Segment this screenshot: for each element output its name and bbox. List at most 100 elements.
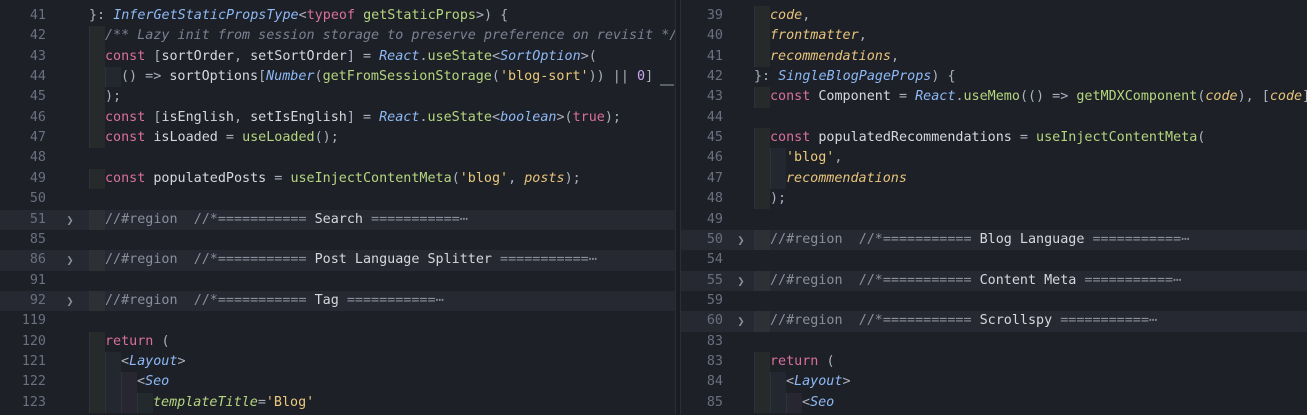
code-text[interactable]: return ( <box>89 331 170 352</box>
code-line[interactable]: 42 /** Lazy init from session storage to … <box>0 26 675 47</box>
chevron-right-icon[interactable]: ❯ <box>63 291 77 311</box>
code-line[interactable]: 45); <box>0 87 675 108</box>
code-token: code <box>770 8 803 23</box>
chevron-right-icon[interactable]: ❯ <box>63 250 77 270</box>
code-token: return <box>770 353 827 369</box>
code-text[interactable]: <Layout> <box>89 351 186 373</box>
code-token: < <box>298 8 307 23</box>
code-text[interactable]: const populatedRecommendations = useInje… <box>754 128 1205 149</box>
code-line[interactable]: 59 <box>681 291 1307 311</box>
code-text[interactable]: ); <box>89 87 121 108</box>
folded-region-line[interactable]: 50 ❯ //#region //*=========== Blog Languag… <box>681 229 1307 251</box>
code-text[interactable]: 'blog', <box>754 148 842 169</box>
code-text[interactable]: /** Lazy init from session storage to pr… <box>89 26 675 47</box>
line-number: 42 <box>706 69 723 85</box>
code-token: isEnglish <box>161 109 234 125</box>
code-token: Blog Language <box>979 231 1085 247</box>
code-line[interactable]: 49 const populatedPosts = useInjectConten… <box>0 168 675 190</box>
code-text[interactable]: const [isEnglish, setIsEnglish] = React.… <box>89 107 621 129</box>
code-line[interactable]: 120 return ( <box>0 331 675 352</box>
code-token: ( <box>161 333 170 349</box>
folded-region-line[interactable]: 86 ❯ //#region //*=========== Post Languag… <box>0 250 675 271</box>
code-text[interactable]: const populatedPosts = useInjectContentM… <box>89 168 581 190</box>
code-text[interactable]: const Component = React.useMemo(() => ge… <box>754 87 1307 108</box>
editor-pane-right[interactable]: 39 code, 40 frontmatter, 41 recommendations, 4… <box>681 0 1307 415</box>
chevron-right-icon[interactable]: ❯ <box>734 230 748 250</box>
code-text[interactable]: return ( <box>754 351 835 373</box>
code-text[interactable]: recommendations <box>754 168 907 190</box>
folded-region-line[interactable]: 55 ❯ //#region //*=========== Content Meta… <box>681 270 1307 291</box>
code-text[interactable]: code, <box>754 6 810 27</box>
code-text[interactable]: //#region //*=========== Search ========… <box>89 209 468 230</box>
code-text[interactable]: //#region //*=========== Content Meta ==… <box>754 270 1181 291</box>
code-line[interactable]: 46 'blog', <box>681 148 1307 169</box>
code-text[interactable]: ); <box>754 189 786 210</box>
code-line[interactable]: 43 const [sortOrder, setSortOrder] = Reac… <box>0 46 675 68</box>
code-line[interactable]: 39 code, <box>681 6 1307 27</box>
chevron-right-icon[interactable]: ❯ <box>734 271 748 291</box>
line-number: 85 <box>29 231 46 247</box>
code-text[interactable]: templateTitle='Blog' <box>89 392 314 413</box>
code-text[interactable]: <Seo <box>89 372 169 393</box>
code-token: Tag <box>314 292 339 308</box>
code-line[interactable]: 40 frontmatter, <box>681 26 1307 47</box>
code-line[interactable]: 47 recommendations <box>681 168 1307 190</box>
folded-region-line[interactable]: 92 ❯ //#region //*=========== Tag ========… <box>0 290 675 312</box>
code-token: =========== <box>363 211 460 227</box>
code-line[interactable]: 43 const Component = React.useMemo(() => … <box>681 87 1307 108</box>
code-token: ⋯ <box>459 211 468 227</box>
code-line[interactable]: 84 <Layout> <box>681 372 1307 393</box>
code-line[interactable]: 44 <box>681 108 1307 128</box>
code-text[interactable]: recommendations, <box>754 46 899 68</box>
code-line[interactable]: 83 return ( <box>681 351 1307 373</box>
code-line[interactable]: 46 const [isEnglish, setIsEnglish] = Reac… <box>0 107 675 129</box>
code-line[interactable]: 48); <box>681 189 1307 210</box>
code-line[interactable]: 50 <box>0 189 675 209</box>
code-token: isLoaded <box>153 130 218 146</box>
chevron-right-icon[interactable]: ❯ <box>734 311 748 331</box>
indent-guide <box>754 46 770 68</box>
folded-region-line[interactable]: 51 ❯ //#region //*=========== Search =====… <box>0 209 675 230</box>
code-token: . <box>955 89 964 105</box>
code-text[interactable]: <Seo <box>754 392 834 413</box>
code-line[interactable]: 123 templateTitle='Blog' <box>0 392 675 413</box>
indent-guide <box>89 107 105 129</box>
code-line[interactable]: 119 <box>0 311 675 331</box>
code-line[interactable]: 48 <box>0 148 675 168</box>
indent-guide <box>89 290 105 312</box>
line-number: 46 <box>706 150 723 166</box>
code-text[interactable]: }: InferGetStaticPropsType<typeof getSta… <box>89 6 508 26</box>
code-line[interactable]: 45 const populatedRecommendations = useIn… <box>681 128 1307 149</box>
code-line[interactable]: 49 <box>681 210 1307 230</box>
code-line[interactable]: 54 <box>681 250 1307 270</box>
code-line[interactable]: 41 recommendations, <box>681 46 1307 68</box>
code-text[interactable]: <Layout> <box>754 372 851 393</box>
code-text[interactable]: frontmatter, <box>754 26 867 47</box>
editor-pane-left[interactable]: 41}: InferGetStaticPropsType<typeof getS… <box>0 0 675 415</box>
line-number: 49 <box>706 211 723 227</box>
folded-region-line[interactable]: 60 ❯ //#region //*=========== Scrollspy ==… <box>681 311 1307 332</box>
code-token: useState <box>427 109 493 125</box>
code-text[interactable]: //#region //*=========== Scrollspy =====… <box>754 311 1157 332</box>
code-line[interactable]: 85 <box>0 230 675 250</box>
code-line[interactable]: 121 <Layout> <box>0 351 675 373</box>
code-text[interactable]: //#region //*=========== Tag ===========… <box>89 290 444 312</box>
code-text[interactable]: //#region //*=========== Blog Language =… <box>754 229 1189 251</box>
code-token: , <box>508 170 525 186</box>
code-token: ); <box>604 109 621 125</box>
code-line[interactable]: 44() => sortOptions[Number(getFromSessio… <box>0 67 675 88</box>
code-line[interactable]: 83 <box>681 332 1307 352</box>
code-token: )) <box>588 69 605 85</box>
code-line[interactable]: 85 <Seo <box>681 392 1307 413</box>
code-line[interactable]: 41}: InferGetStaticPropsType<typeof getS… <box>0 6 675 26</box>
code-line[interactable]: 42 }: SingleBlogPageProps) { <box>681 67 1307 87</box>
code-text[interactable]: const isLoaded = useLoaded(); <box>89 128 339 149</box>
code-text[interactable]: }: SingleBlogPageProps) { <box>754 67 956 87</box>
code-text[interactable]: () => sortOptions[Number(getFromSessionS… <box>89 67 653 88</box>
code-line[interactable]: 122 <Seo <box>0 372 675 393</box>
code-text[interactable]: //#region //*=========== Post Language S… <box>89 250 597 271</box>
code-line[interactable]: 91 <box>0 271 675 291</box>
code-line[interactable]: 47 const isLoaded = useLoaded(); <box>0 128 675 149</box>
chevron-right-icon[interactable]: ❯ <box>63 210 77 230</box>
code-text[interactable]: const [sortOrder, setSortOrder] = React.… <box>89 46 597 68</box>
